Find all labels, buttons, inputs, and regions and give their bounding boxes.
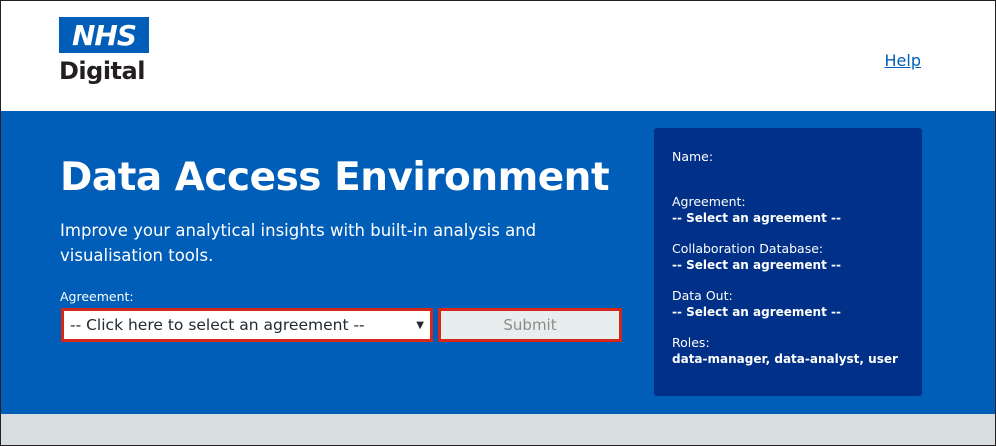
info-data-out-value: -- Select an agreement -- [672, 305, 841, 319]
agreement-select[interactable]: -- Click here to select an agreement -- … [61, 308, 433, 342]
user-info-panel: Name: Agreement: -- Select an agreement … [654, 128, 922, 396]
info-agreement-value: -- Select an agreement -- [672, 211, 841, 225]
caret-down-icon: ▼ [416, 319, 424, 331]
site-header: NHS Digital Help [1, 1, 995, 111]
info-roles-value: data-manager, data-analyst, user [672, 352, 898, 366]
info-collab-label: Collaboration Database: [672, 241, 824, 256]
info-roles: Roles: data-manager, data-analyst, user [672, 334, 904, 368]
nhs-logo-box: NHS [59, 17, 149, 53]
footer-strip [1, 414, 995, 445]
info-agreement: Agreement: -- Select an agreement -- [672, 193, 904, 227]
info-name-label: Name: [672, 149, 714, 164]
submit-button[interactable]: Submit [438, 308, 622, 342]
info-collaboration-db: Collaboration Database: -- Select an agr… [672, 240, 904, 274]
nhs-digital-logo[interactable]: NHS Digital [59, 17, 149, 85]
info-name: Name: [672, 148, 904, 165]
page-description: Improve your analytical insights with bu… [60, 221, 537, 265]
digital-logo-text: Digital [59, 57, 145, 85]
info-data-out-label: Data Out: [672, 288, 733, 303]
app-window: NHS Digital Help Data Access Environment… [0, 0, 996, 446]
agreement-label: Agreement: [60, 289, 134, 304]
info-roles-label: Roles: [672, 335, 710, 350]
info-collab-value: -- Select an agreement -- [672, 258, 841, 272]
help-link[interactable]: Help [885, 51, 921, 70]
hero-section: Data Access Environment Improve your ana… [1, 111, 995, 414]
info-data-out: Data Out: -- Select an agreement -- [672, 287, 904, 321]
info-agreement-label: Agreement: [672, 194, 746, 209]
agreement-select-value: -- Click here to select an agreement -- [70, 316, 365, 334]
page-title: Data Access Environment [60, 155, 610, 200]
